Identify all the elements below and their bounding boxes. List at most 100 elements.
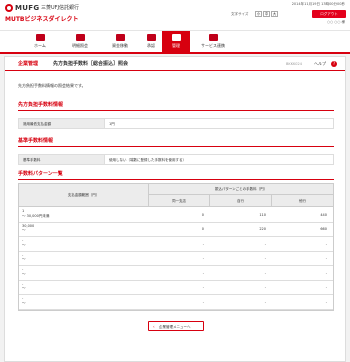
own-bank-fee-cell: -	[264, 256, 266, 260]
font-size-small-button[interactable]: 小	[255, 11, 262, 17]
chevron-left-icon: ‹	[153, 324, 155, 329]
current-datetime: 2014年11月19日 13時00分00秒	[291, 2, 345, 6]
other-bank-fee-cell: -	[325, 299, 327, 304]
range-to: ～	[22, 286, 26, 290]
same-branch-fee-cell: -	[202, 256, 204, 260]
font-size-label: 文字サイズ	[231, 12, 249, 16]
range-to: ～	[22, 242, 26, 247]
nav-item-transfer[interactable]: 資金移動	[100, 31, 140, 53]
nav-item-service-link[interactable]: サービス連携	[192, 31, 234, 53]
column-header-own-bank: 自行	[210, 195, 272, 207]
main-content: 企業管理 先方負担手数料［総合振込］照会 BKKK024 ヘルプ ? 先方負担手…	[4, 56, 346, 362]
font-size-medium-button[interactable]: 中	[263, 11, 270, 17]
range-cell: - ～	[22, 282, 26, 291]
own-bank-fee-cell: -	[264, 241, 266, 246]
own-bank-fee-cell: -	[264, 299, 266, 304]
table-row: - ～ - - -	[19, 295, 333, 310]
transfer-icon	[115, 34, 125, 41]
table-row: - ～ - - -	[19, 237, 333, 252]
own-bank-fee-cell: -	[264, 285, 266, 289]
service-name[interactable]: MUTBビジネスダイレクト	[5, 16, 79, 24]
same-branch-fee-cell: 0	[201, 227, 204, 231]
range-cell: - ～	[22, 296, 26, 305]
page-title-bar: 企業管理 先方負担手数料［総合振込］照会 BKKK024 ヘルプ ?	[5, 57, 345, 71]
section-divider	[18, 110, 334, 111]
fee-info-row: 適用最低支払金額 1円	[18, 118, 334, 129]
range-cell: - ～	[22, 238, 26, 247]
intro-text: 先方負担手数料情報の照会結果です。	[18, 83, 86, 88]
range-to: ～	[22, 257, 26, 261]
column-header-other-bank: 他行	[272, 195, 333, 207]
column-header-pattern: 振込パターンごとの手数料（円）	[149, 184, 333, 195]
nav-label: 管理	[172, 43, 180, 48]
section-divider	[18, 179, 334, 180]
section-title-pattern-list: 手数料パターン一覧	[18, 171, 63, 177]
other-bank-fee-cell: -	[325, 241, 327, 246]
other-bank-fee-cell: -	[325, 285, 327, 289]
table-row: - ～ - - -	[19, 252, 333, 266]
table-row: 30,000 ～ 0 220 660	[19, 223, 333, 237]
nav-label: 明細照会	[72, 43, 88, 48]
section-title-base-fee: 基準手数料情報	[18, 138, 54, 144]
help-icon[interactable]: ?	[331, 61, 337, 67]
approval-icon	[146, 34, 156, 41]
section-title-fee-info: 先方負担手数料情報	[18, 102, 64, 108]
home-icon	[35, 34, 45, 41]
back-to-admin-menu-button[interactable]: ‹ 企業管理メニューへ	[148, 321, 204, 331]
nav-label: サービス連携	[201, 43, 225, 48]
range-cell: 30,000 ～	[22, 224, 34, 233]
mufg-logo-icon	[5, 4, 13, 12]
base-fee-label: 基準手数料	[19, 155, 105, 164]
screen-id: BKKK024	[286, 62, 302, 66]
table-row: 1 ～ 30,000円未満 0 110 440	[19, 208, 333, 223]
back-button-label: 企業管理メニューへ	[159, 324, 191, 329]
base-fee-row: 基準手数料 使用しない（端数に登録した手数料を使用する）	[18, 154, 334, 165]
nav-item-home[interactable]: ホーム	[20, 31, 60, 53]
font-size-large-button[interactable]: 大	[271, 11, 278, 17]
table-row: - ～ - - -	[19, 266, 333, 281]
table-row: - ～ - - -	[19, 281, 333, 295]
other-bank-fee-cell: 440	[320, 212, 327, 217]
nav-item-statement[interactable]: 明細照会	[60, 31, 100, 53]
help-link[interactable]: ヘルプ	[314, 61, 326, 66]
base-fee-value: 使用しない（端数に登録した手数料を使用する）	[109, 157, 186, 162]
link-icon	[208, 34, 218, 41]
min-payment-label: 適用最低支払金額	[19, 119, 105, 128]
column-header-range: 支払金額範囲（円）	[19, 184, 149, 207]
range-cell: - ～	[22, 267, 26, 276]
min-payment-value: 1円	[109, 121, 115, 126]
page-category: 企業管理	[18, 61, 39, 67]
range-to: ～ 30,000円未満	[22, 213, 50, 218]
nav-item-admin[interactable]: 管理	[162, 31, 190, 53]
other-bank-fee-cell: -	[325, 270, 327, 275]
nav-item-approval[interactable]: 承認	[140, 31, 162, 53]
same-branch-fee-cell: -	[202, 285, 204, 289]
column-header-same-branch: 同一支店	[149, 195, 210, 207]
admin-icon	[171, 34, 181, 41]
same-branch-fee-cell: -	[202, 299, 204, 304]
range-cell: 1 ～ 30,000円未満	[22, 209, 49, 218]
range-cell: - ～	[22, 253, 26, 262]
own-bank-fee-cell: 110	[259, 212, 266, 217]
range-to: ～	[22, 271, 26, 276]
document-icon	[75, 34, 85, 41]
header: MUFG 三菱UFJ信託銀行 MUTBビジネスダイレクト 2014年11月19日…	[0, 0, 350, 30]
global-nav: ホーム 明細照会 資金移動 承認 管理 サービス連携	[0, 30, 350, 54]
same-branch-fee-cell: 0	[201, 212, 204, 217]
other-bank-fee-cell: 660	[320, 227, 327, 231]
logout-button[interactable]: ログアウト	[312, 10, 346, 18]
fee-pattern-table: 支払金額範囲（円） 振込パターンごとの手数料（円） 同一支店 自行 他行 1 ～ …	[18, 183, 334, 311]
same-branch-fee-cell: -	[202, 270, 204, 275]
nav-label: 資金移動	[112, 43, 128, 48]
nav-label: ホーム	[34, 43, 46, 48]
brand-logo: MUFG	[15, 4, 40, 12]
section-divider	[18, 146, 334, 147]
same-branch-fee-cell: -	[202, 241, 204, 246]
range-to: ～	[22, 300, 26, 305]
nav-label: 承認	[147, 43, 155, 48]
range-to: ～	[22, 228, 26, 232]
other-bank-fee-cell: -	[325, 256, 327, 260]
own-bank-fee-cell: -	[264, 270, 266, 275]
page: MUFG 三菱UFJ信託銀行 MUTBビジネスダイレクト 2014年11月19日…	[0, 0, 350, 362]
page-title: 先方負担手数料［総合振込］照会	[53, 61, 129, 67]
